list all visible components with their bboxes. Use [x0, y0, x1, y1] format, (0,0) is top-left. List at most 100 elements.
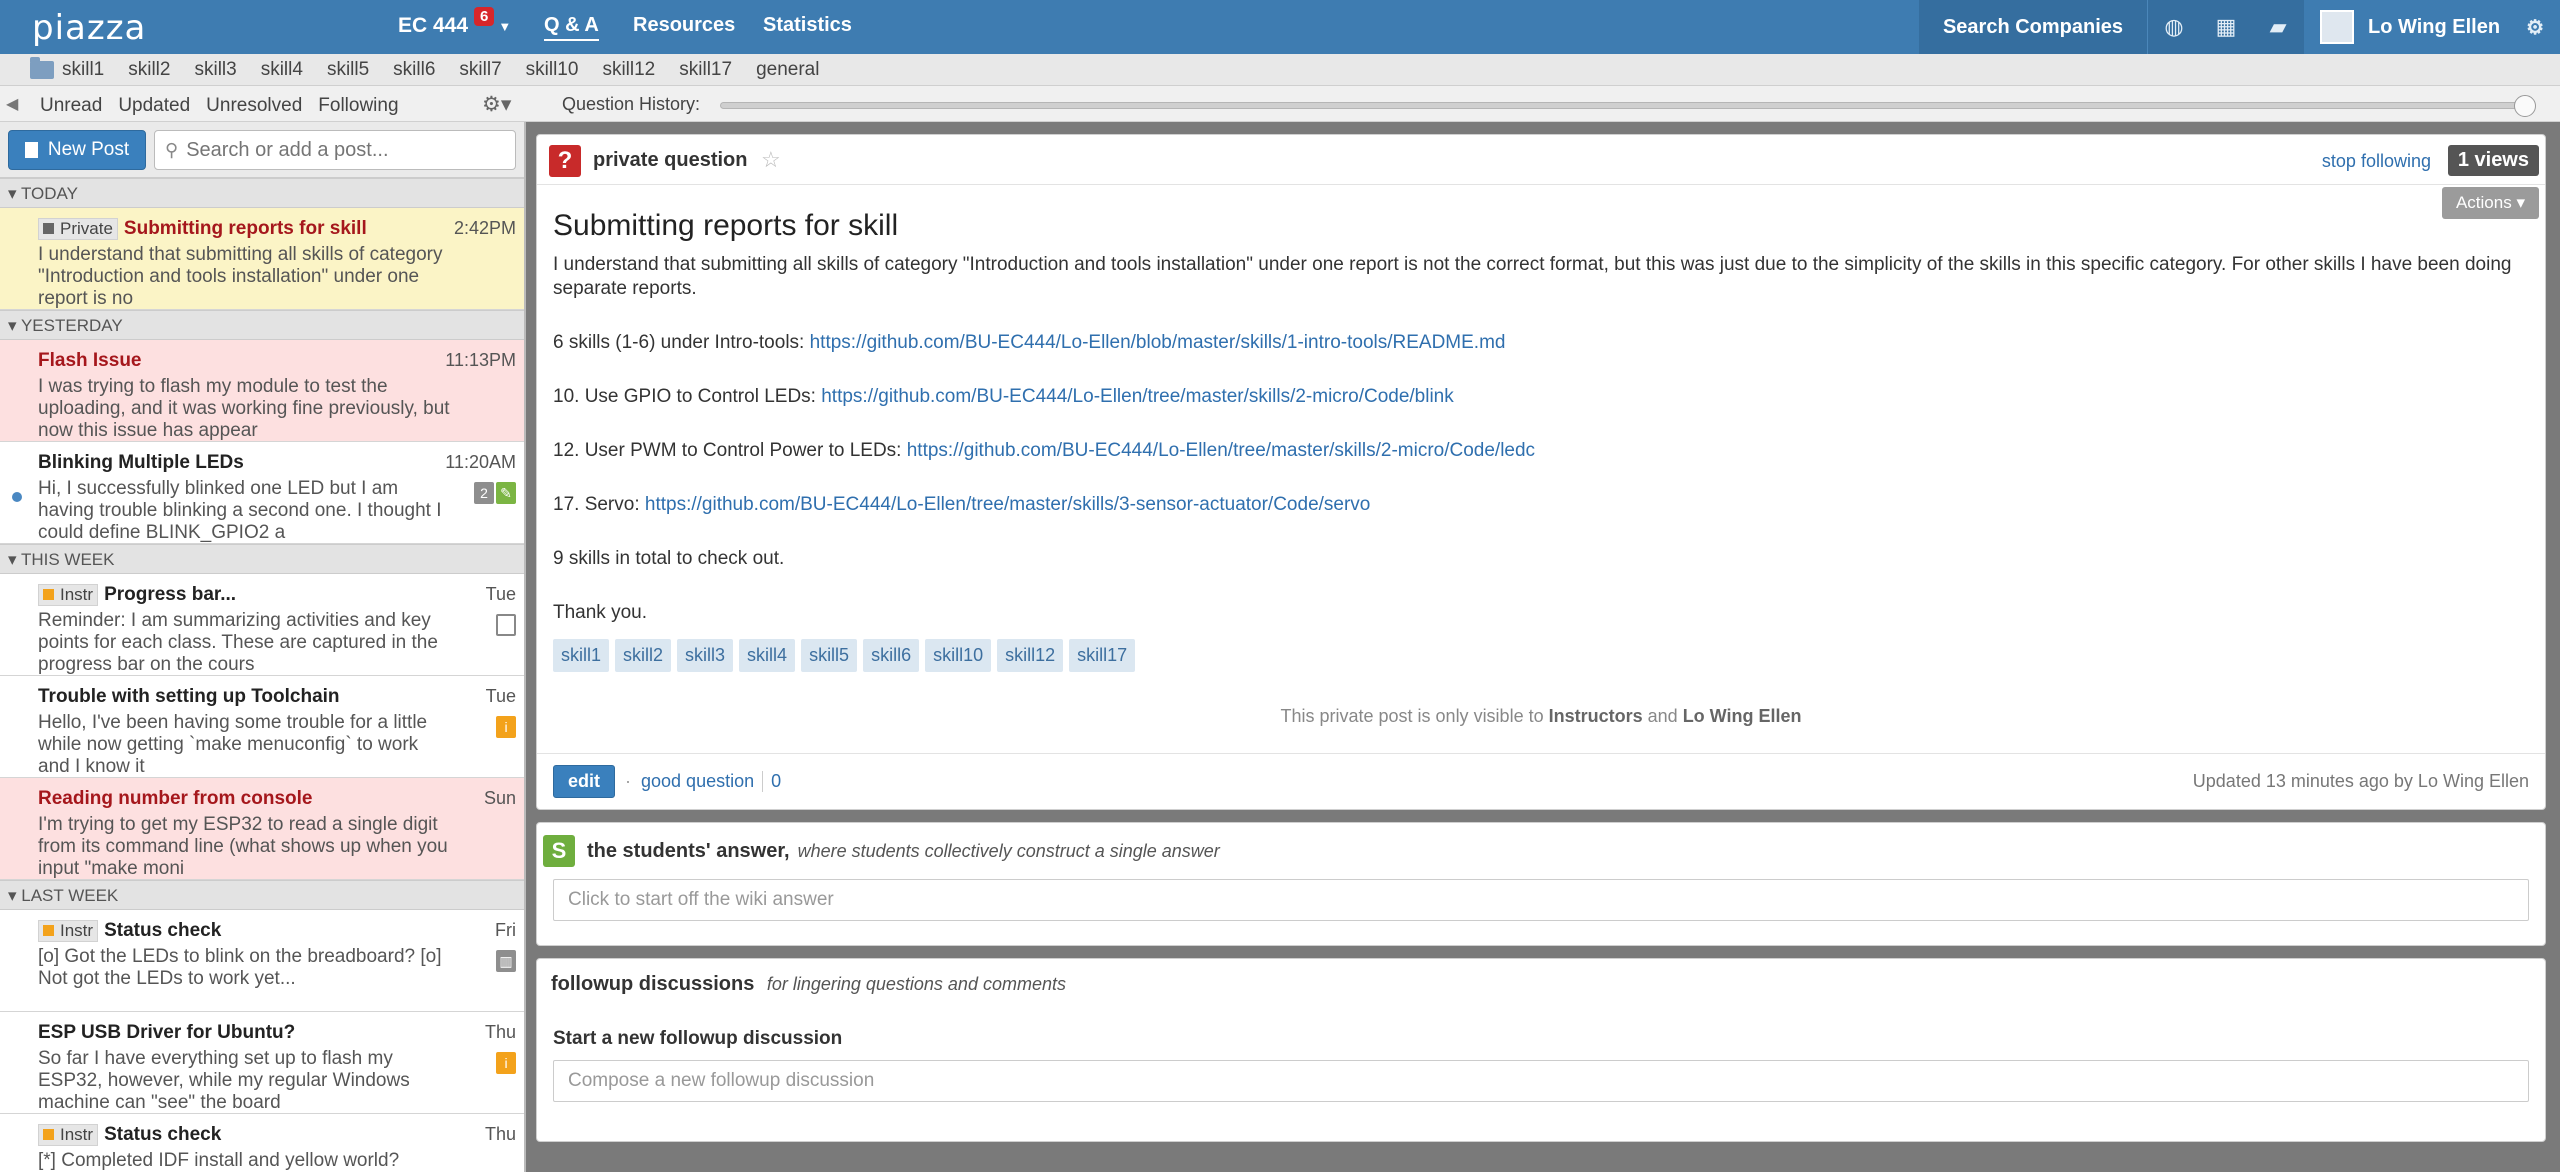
post-paragraph: I understand that submitting all skills …	[553, 254, 2512, 299]
post-line: 12. User PWM to Control Power to LEDs: h…	[553, 439, 2529, 463]
calendar-icon[interactable]: ▦	[2200, 14, 2252, 40]
folder-general[interactable]: general	[756, 59, 819, 81]
question-history-slider[interactable]	[720, 102, 2530, 109]
new-post-button[interactable]: New Post	[8, 130, 146, 170]
group-header-today[interactable]: ▾ TODAY	[0, 178, 524, 208]
post-snippet: I'm trying to get my ESP32 to read a sin…	[38, 814, 448, 879]
tag-skill10[interactable]: skill10	[925, 639, 992, 672]
folder-skill5[interactable]: skill5	[327, 59, 369, 81]
chat-icon[interactable]: ▰	[2252, 14, 2304, 40]
search-companies-link[interactable]: Search Companies	[1919, 0, 2149, 54]
list-item[interactable]: Instr Status check [o] Got the LEDs to bl…	[0, 910, 524, 1012]
folder-skill6[interactable]: skill6	[393, 59, 435, 81]
filter-updated[interactable]: Updated	[118, 95, 190, 117]
instructor-tag: Instr	[38, 920, 99, 942]
folder-skill12[interactable]: skill12	[602, 59, 655, 81]
list-item[interactable]: Instr Status check [*] Completed IDF inst…	[0, 1114, 524, 1172]
main-content: ? private question ☆ stop following 1 vi…	[536, 134, 2546, 1142]
post-time: Thu	[484, 1124, 516, 1144]
line-label: 17. Servo:	[553, 494, 645, 515]
course-name: EC 444	[398, 14, 469, 37]
nav-statistics[interactable]: Statistics	[763, 14, 852, 37]
post-title: Blinking Multiple LEDs	[38, 452, 244, 473]
views-count: 1 views	[2447, 145, 2539, 176]
folder-skill2[interactable]: skill2	[128, 59, 170, 81]
list-item[interactable]: Flash Issue I was trying to flash my mod…	[0, 340, 524, 442]
good-question-link[interactable]: good question	[641, 771, 754, 792]
tag-skill17[interactable]: skill17	[1069, 639, 1136, 672]
note-icon	[496, 614, 516, 636]
post-time: Thu	[484, 1022, 516, 1042]
folder-icon	[30, 56, 54, 79]
edit-button[interactable]: edit	[553, 765, 616, 798]
piazza-logo[interactable]: piazza	[32, 8, 146, 48]
folder-skill10[interactable]: skill10	[526, 59, 579, 81]
tag-skill12[interactable]: skill12	[997, 639, 1064, 672]
tag-skill2[interactable]: skill2	[615, 639, 672, 672]
filter-following[interactable]: Following	[318, 95, 398, 117]
github-link[interactable]: https://github.com/BU-EC444/Lo-Ellen/tre…	[645, 494, 1370, 515]
post-time: 11:20AM	[445, 452, 516, 472]
list-item[interactable]: Blinking Multiple LEDs Hi, I successfull…	[0, 442, 524, 544]
list-item[interactable]: Reading number from console I'm trying t…	[0, 778, 524, 880]
actions-dropdown[interactable]: Actions ▾	[2441, 187, 2539, 219]
group-header-yesterday[interactable]: ▾ YESTERDAY	[0, 310, 524, 340]
group-label: LAST WEEK	[21, 886, 119, 905]
followup-card: followup discussions for lingering quest…	[536, 958, 2546, 1142]
post-time: Tue	[485, 686, 516, 706]
star-icon[interactable]: ☆	[761, 147, 781, 173]
question-history-label: Question History:	[562, 94, 701, 114]
line-label: 12. User PWM to Control Power to LEDs:	[553, 440, 907, 461]
github-link[interactable]: https://github.com/BU-EC444/Lo-Ellen/tre…	[821, 386, 1454, 407]
tag-skill4[interactable]: skill4	[739, 639, 796, 672]
post-snippet: So far I have everything set up to flash…	[38, 1048, 410, 1113]
post-line: 10. Use GPIO to Control LEDs: https://gi…	[553, 385, 2529, 409]
folder-skill7[interactable]: skill7	[459, 59, 501, 81]
instructor-tag: Instr	[38, 1124, 99, 1146]
filter-unread[interactable]: Unread	[40, 95, 102, 117]
post-time: 11:13PM	[445, 350, 516, 370]
github-link[interactable]: https://github.com/BU-EC444/Lo-Ellen/blo…	[810, 332, 1506, 353]
group-header-last-week[interactable]: ▾ LAST WEEK	[0, 880, 524, 910]
filter-unresolved[interactable]: Unresolved	[206, 95, 302, 117]
updated-timestamp: Updated 13 minutes ago by Lo Wing Ellen	[2192, 771, 2529, 791]
tag-skill3[interactable]: skill3	[677, 639, 734, 672]
followup-input[interactable]: Compose a new followup discussion	[553, 1060, 2529, 1102]
question-history-handle[interactable]	[2514, 95, 2536, 117]
list-item[interactable]: ESP USB Driver for Ubuntu? So far I have…	[0, 1012, 524, 1114]
post-title: Flash Issue	[38, 350, 142, 371]
search-box[interactable]: ⚲	[154, 130, 516, 170]
filter-settings-icon[interactable]: ⚙▾	[482, 92, 511, 117]
post-type-label: private question	[593, 149, 748, 171]
tag-skill1[interactable]: skill1	[553, 639, 610, 672]
list-item[interactable]: Trouble with setting up Toolchain Hello,…	[0, 676, 524, 778]
list-item[interactable]: Instr Progress bar... Reminder: I am summ…	[0, 574, 524, 676]
group-label: THIS WEEK	[20, 550, 115, 569]
course-selector[interactable]: EC 444 6 ▼	[398, 6, 511, 38]
list-item[interactable]: Private Submitting reports for skill I un…	[0, 208, 524, 310]
post-snippet: I understand that submitting all skills …	[38, 244, 443, 309]
nav-qa[interactable]: Q & A	[544, 14, 599, 41]
nav-resources[interactable]: Resources	[633, 14, 735, 37]
good-question-count: 0	[762, 771, 781, 792]
search-input[interactable]	[186, 138, 487, 162]
post-time: 2:42PM	[453, 218, 516, 238]
folder-skill4[interactable]: skill4	[261, 59, 303, 81]
globe-icon[interactable]: ◍	[2148, 14, 2200, 40]
group-header-this-week[interactable]: ▾ THIS WEEK	[0, 544, 524, 574]
collapse-sidebar-icon[interactable]: ◀	[6, 94, 18, 114]
tag-skill6[interactable]: skill6	[863, 639, 920, 672]
post-tags: skill1 skill2 skill3 skill4 skill5 skill…	[553, 639, 2529, 672]
question-card: ? private question ☆ stop following 1 vi…	[536, 134, 2546, 810]
stop-following-link[interactable]: stop following	[2322, 151, 2431, 172]
wiki-answer-input[interactable]: Click to start off the wiki answer	[553, 879, 2529, 921]
folder-skill1[interactable]: skill1	[62, 59, 104, 81]
instructor-answer-icon: i	[496, 1052, 516, 1074]
folder-skill3[interactable]: skill3	[194, 59, 236, 81]
poll-icon: ▥	[496, 950, 516, 972]
folder-skill17[interactable]: skill17	[679, 59, 732, 81]
github-link[interactable]: https://github.com/BU-EC444/Lo-Ellen/tre…	[907, 440, 1535, 461]
user-menu[interactable]: Lo Wing Ellen ⚙	[2304, 0, 2560, 54]
tag-skill5[interactable]: skill5	[801, 639, 858, 672]
gear-icon[interactable]: ⚙	[2526, 15, 2544, 40]
